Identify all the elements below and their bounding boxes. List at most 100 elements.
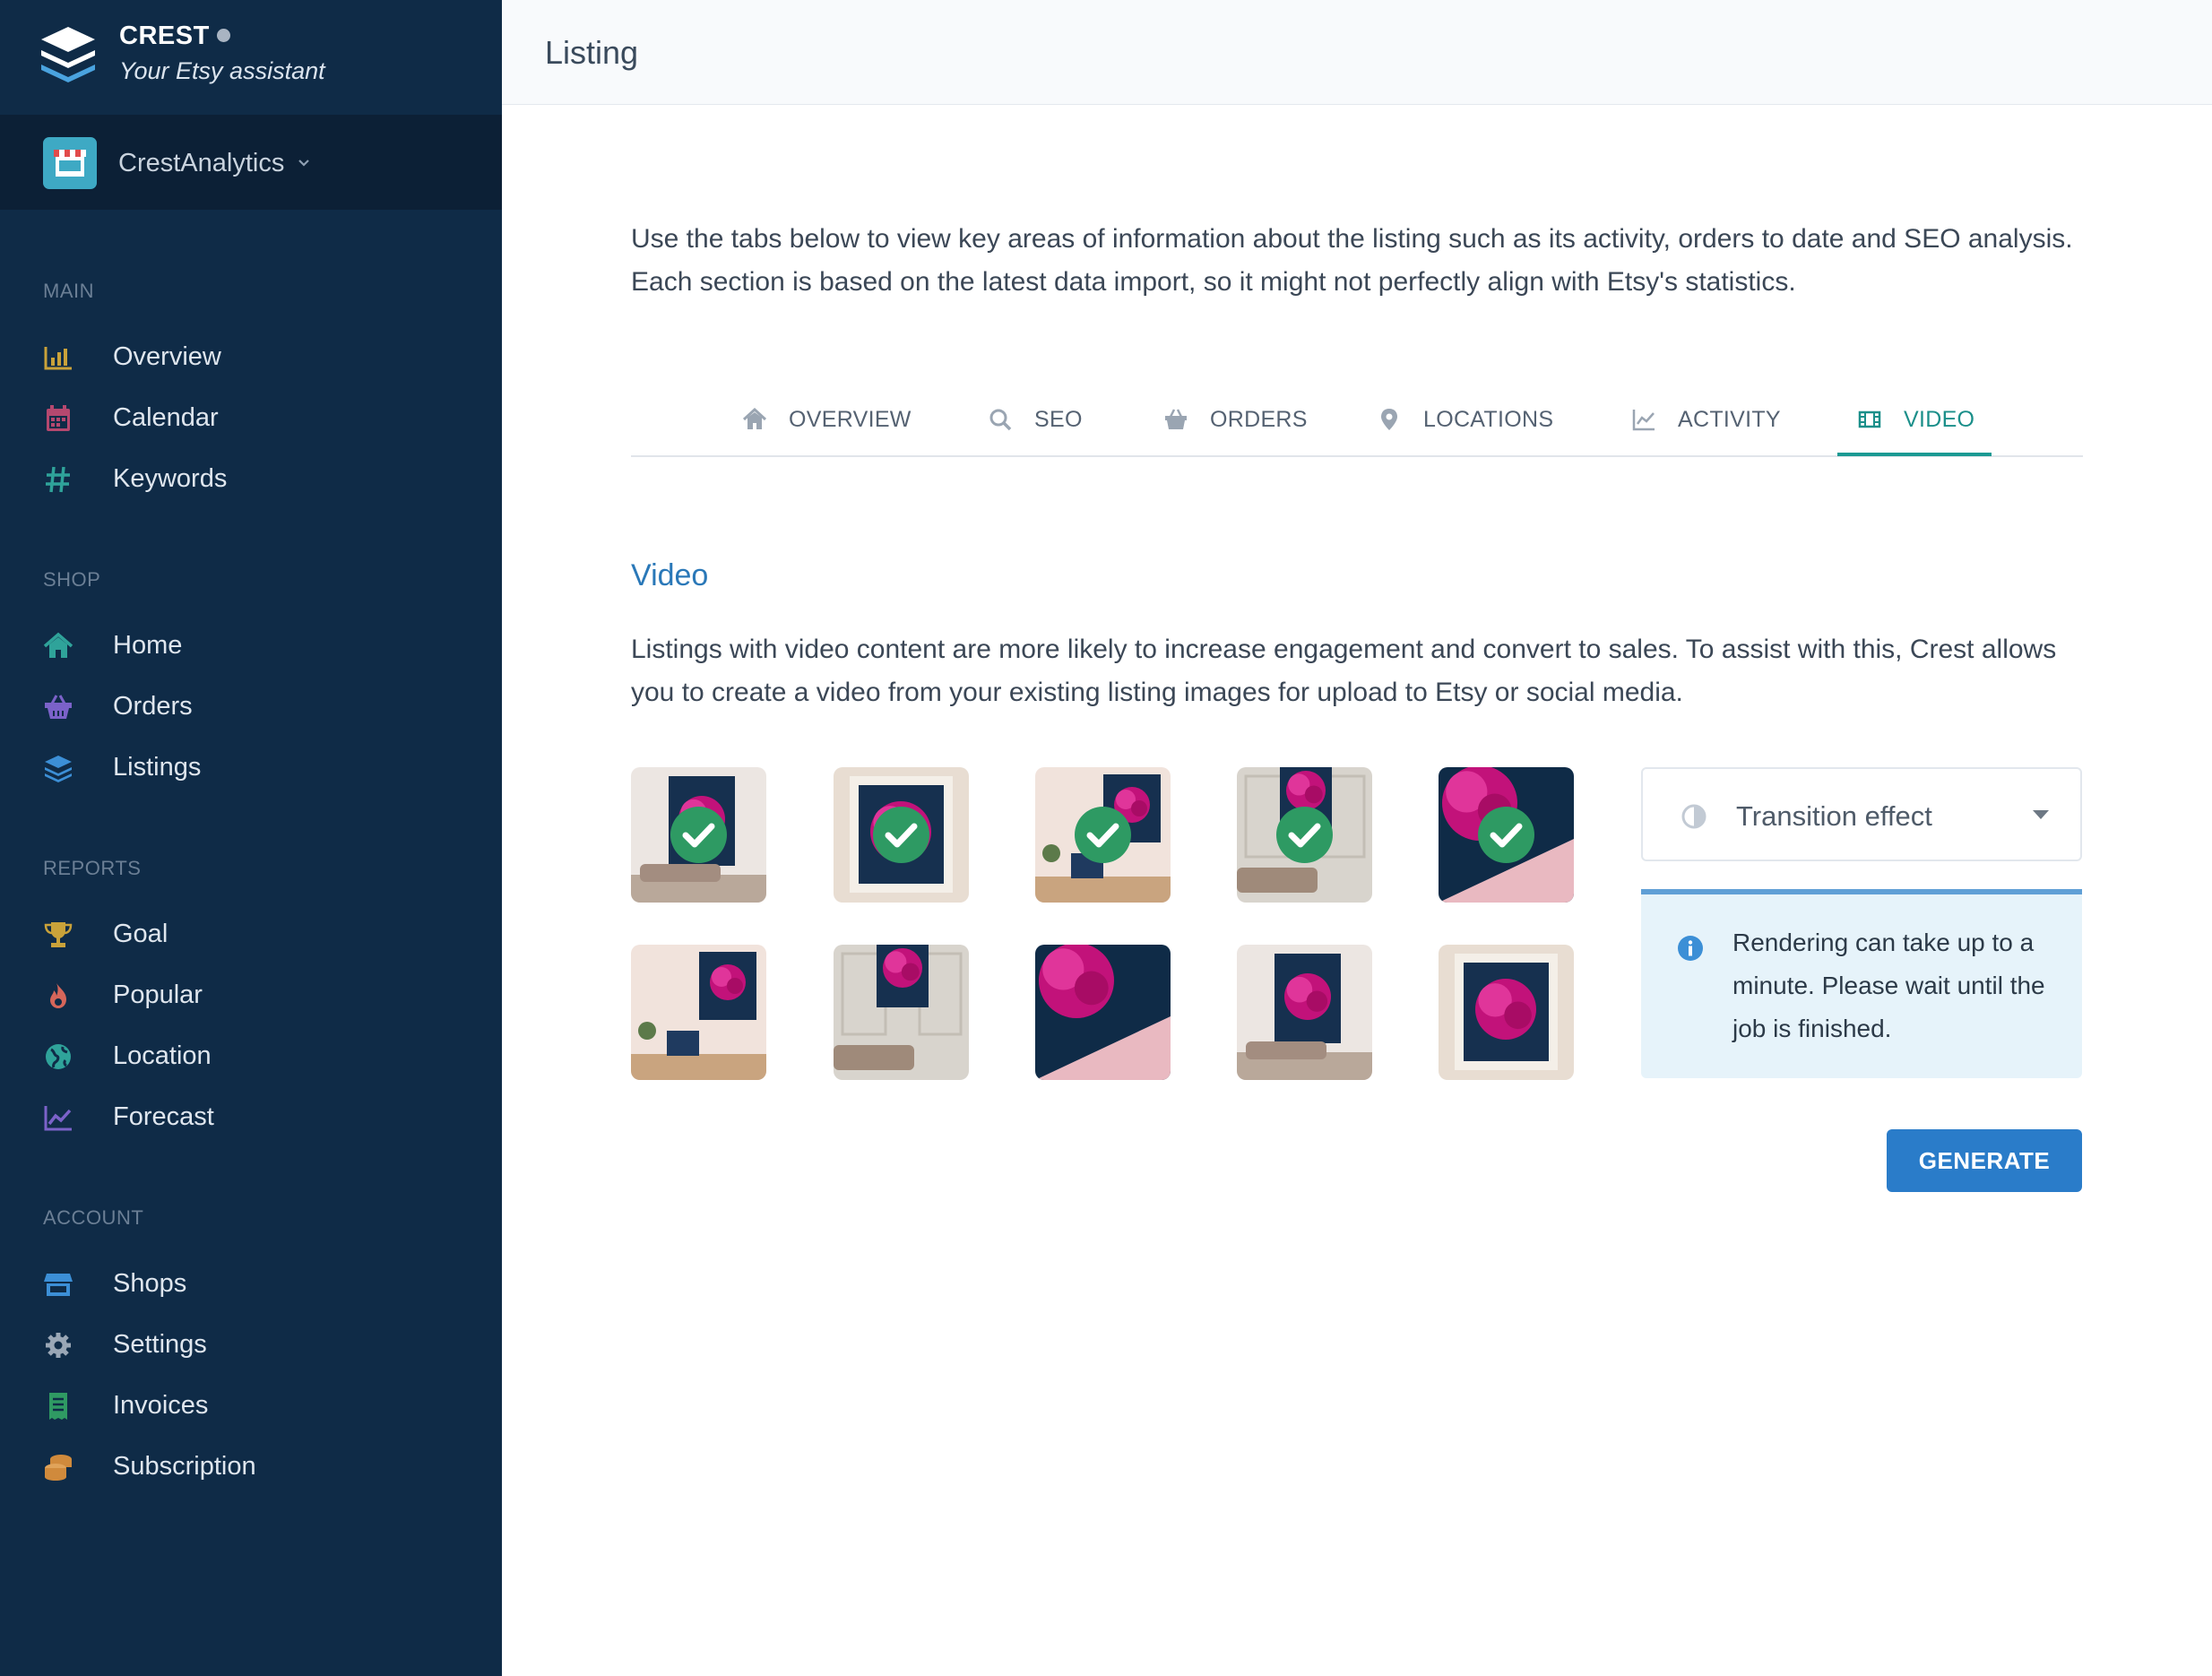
sidebar-item-label: Subscription: [113, 1452, 256, 1481]
sidebar-item-label: Home: [113, 631, 183, 660]
tab-label: ACTIVITY: [1678, 407, 1781, 432]
sidebar-item-label: Shops: [113, 1269, 187, 1298]
listing-image-thumb[interactable]: [834, 767, 969, 903]
sidebar-item-label: Forecast: [113, 1102, 214, 1131]
listing-image: [834, 945, 969, 1080]
listing-image-thumb[interactable]: [1237, 945, 1372, 1080]
sidebar-item-popular[interactable]: Popular: [43, 972, 464, 1016]
sidebar-item-label: Keywords: [113, 464, 228, 493]
brand-name: CREST: [119, 22, 210, 50]
bar-chart-icon: [43, 343, 73, 372]
intro-text: Use the tabs below to view key areas of …: [631, 224, 2073, 297]
sidebar-item-label: Orders: [113, 692, 193, 721]
listing-image: [1237, 945, 1372, 1080]
info-box: Rendering can take up to a minute. Pleas…: [1641, 889, 2082, 1078]
home-icon: [742, 407, 767, 432]
sidebar-item-location[interactable]: Location: [43, 1032, 464, 1077]
video-description: Listings with video content are more lik…: [631, 635, 2057, 707]
home-icon: [43, 632, 73, 661]
calendar-icon: [43, 404, 73, 433]
listing-image-thumb[interactable]: [1439, 945, 1574, 1080]
info-text: Rendering can take up to a minute. Pleas…: [1732, 929, 2045, 1042]
tab-label: VIDEO: [1904, 407, 1975, 432]
video-heading: Video: [631, 558, 709, 592]
section-label-shop: SHOP: [43, 568, 101, 591]
brand-tagline: Your Etsy assistant: [119, 57, 325, 84]
listing-image: [1439, 945, 1574, 1080]
listing-image-thumb[interactable]: [1035, 945, 1171, 1080]
half-circle-icon: [1681, 803, 1707, 830]
section-label-reports: REPORTS: [43, 857, 142, 879]
active-tab-indicator: [1837, 453, 1992, 456]
listing-image-thumb[interactable]: [1237, 767, 1372, 903]
sidebar-item-label: Goal: [113, 920, 168, 948]
sidebar-item-home[interactable]: Home: [43, 622, 464, 667]
sidebar-item-forecast[interactable]: Forecast: [43, 1093, 464, 1138]
store-icon: [43, 1270, 73, 1299]
sidebar-item-keywords[interactable]: Keywords: [43, 455, 464, 500]
gear-icon: [43, 1331, 73, 1360]
sidebar-item-shops[interactable]: Shops: [43, 1260, 464, 1305]
listing-image-thumb[interactable]: [1035, 767, 1171, 903]
sidebar-item-settings[interactable]: Settings: [43, 1321, 464, 1366]
trophy-icon: [43, 920, 73, 949]
hashtag-icon: [43, 465, 73, 494]
layers-logo-icon: [39, 25, 97, 84]
check-icon: [670, 807, 727, 863]
storefront-icon: [43, 137, 97, 189]
sidebar-item-orders[interactable]: Orders: [43, 683, 464, 728]
select-label: Transition effect: [1736, 800, 1932, 832]
sidebar-item-overview[interactable]: Overview: [43, 333, 464, 378]
listing-image-thumb[interactable]: [631, 945, 766, 1080]
sidebar-item-invoices[interactable]: Invoices: [43, 1382, 464, 1427]
tab-label: LOCATIONS: [1423, 407, 1554, 432]
line-chart-icon: [1631, 407, 1656, 432]
shop-name: CrestAnalytics: [118, 149, 285, 177]
sidebar-item-label: Overview: [113, 342, 221, 371]
shop-switcher[interactable]: CrestAnalytics: [0, 115, 502, 210]
page-header: Listing: [502, 0, 2212, 105]
section-label-account: ACCOUNT: [43, 1206, 144, 1229]
sidebar-item-label: Location: [113, 1041, 212, 1070]
receipt-icon: [43, 1392, 73, 1421]
sidebar-item-label: Invoices: [113, 1391, 209, 1420]
sidebar-item-label: Calendar: [113, 403, 219, 432]
listing-image-thumb[interactable]: [834, 945, 969, 1080]
status-dot: [217, 29, 230, 42]
basket-icon: [43, 693, 73, 721]
basket-icon: [1163, 407, 1188, 432]
fire-icon: [43, 981, 73, 1010]
coins-icon: [43, 1453, 73, 1482]
sidebar: CREST Your Etsy assistant CrestAnalytics…: [0, 0, 502, 1676]
tab-label: OVERVIEW: [789, 407, 912, 432]
brand: CREST Your Etsy assistant: [0, 0, 502, 115]
info-icon: [1677, 935, 1704, 962]
chevron-down-icon: [297, 156, 311, 170]
sidebar-item-subscription[interactable]: Subscription: [43, 1443, 464, 1488]
sidebar-item-label: Popular: [113, 981, 203, 1009]
listing-image-thumb[interactable]: [1439, 767, 1574, 903]
tab-label: ORDERS: [1210, 407, 1308, 432]
check-icon: [1276, 807, 1333, 863]
check-icon: [1478, 807, 1534, 863]
tab-label: SEO: [1034, 407, 1083, 432]
line-chart-icon: [43, 1103, 73, 1132]
layers-icon: [43, 754, 73, 782]
transition-effect-select[interactable]: Transition effect: [1641, 767, 2082, 861]
page-title: Listing: [545, 34, 639, 71]
check-icon: [873, 807, 929, 863]
sidebar-item-listings[interactable]: Listings: [43, 744, 464, 789]
generate-button[interactable]: GENERATE: [1887, 1129, 2082, 1192]
caret-down-icon: [2032, 808, 2050, 821]
listing-image-thumb[interactable]: [631, 767, 766, 903]
sidebar-item-label: Listings: [113, 753, 202, 782]
sidebar-item-calendar[interactable]: Calendar: [43, 394, 464, 439]
listing-image: [631, 945, 766, 1080]
tab-bar: OVERVIEW SEO ORDERS LOCATIONS ACTIVITY V…: [631, 391, 2083, 457]
sidebar-item-goal[interactable]: Goal: [43, 911, 464, 955]
search-icon: [988, 407, 1013, 432]
check-icon: [1075, 807, 1131, 863]
map-pin-icon: [1377, 407, 1402, 432]
sidebar-item-label: Settings: [113, 1330, 207, 1359]
film-icon: [1857, 407, 1882, 432]
